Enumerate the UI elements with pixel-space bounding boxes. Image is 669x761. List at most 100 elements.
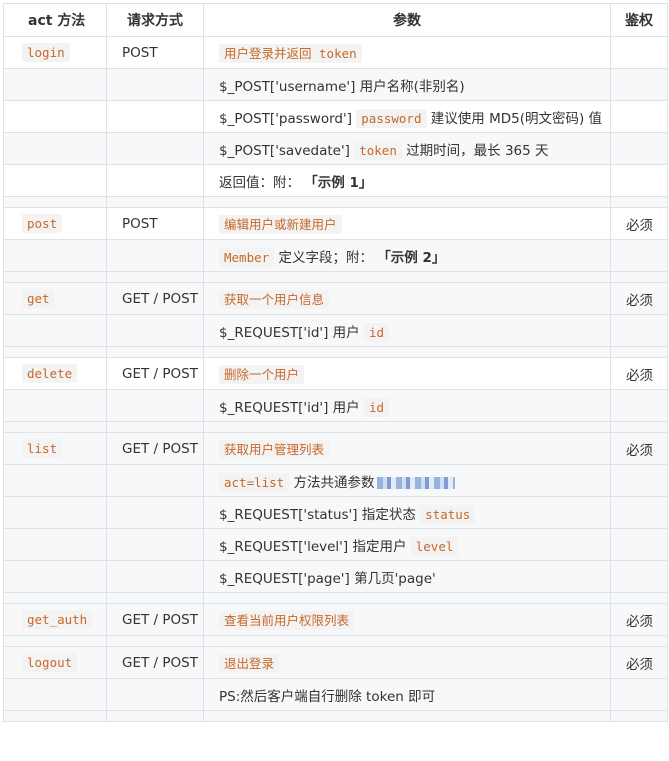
spacer-cell	[106, 710, 204, 722]
auth-cell	[610, 389, 668, 422]
act-cell	[3, 464, 107, 497]
param-cell: Member 定义字段；附： 「示例 2」	[203, 239, 611, 272]
auth-cell	[610, 496, 668, 529]
auth-cell	[610, 528, 668, 561]
param-text: PS:然后客户端自行删除 token 即可	[219, 688, 436, 705]
auth-cell: 必须	[610, 603, 668, 636]
auth-cell	[610, 36, 668, 69]
spacer-row	[3, 710, 668, 722]
table-row: get_auth GET / POST 查看当前用户权限列表 必须	[3, 603, 668, 636]
spacer-cell	[203, 271, 611, 283]
example-link[interactable]: 「示例 1」	[304, 175, 372, 191]
api-table: act 方法 请求方式 参数 鉴权 login POST 用户登录并返回 token…	[3, 3, 668, 722]
param-code: 获取一个用户信息	[219, 290, 330, 309]
param-code: id	[363, 397, 390, 417]
table-row: $_REQUEST['page'] 第几页'page'	[3, 560, 668, 593]
param-cell: $_POST['savedate'] token 过期时间，最长 365 天	[203, 132, 611, 165]
auth-cell: 必须	[610, 207, 668, 240]
method-cell: POST	[106, 207, 204, 240]
param-code: status	[420, 504, 476, 524]
return-label: 返回值：附：	[219, 174, 300, 191]
param-cell: $_REQUEST['id'] 用户 id	[203, 314, 611, 347]
method-cell: GET / POST	[106, 646, 204, 679]
redacted-link	[376, 476, 455, 489]
method-cell: GET / POST	[106, 357, 204, 390]
spacer-cell	[610, 196, 668, 208]
auth-cell: 必须	[610, 282, 668, 315]
spacer-cell	[3, 346, 107, 358]
act-code: post	[22, 214, 63, 233]
table-row: $_REQUEST['id'] 用户 id	[3, 389, 668, 422]
spacer-cell	[3, 710, 107, 722]
spacer-cell	[203, 710, 611, 722]
param-cell: $_REQUEST['page'] 第几页'page'	[203, 560, 611, 593]
act-cell	[3, 164, 107, 197]
param-text: 建议使用 MD5(明文密码) 值	[430, 110, 603, 127]
act-cell	[3, 528, 107, 561]
param-code: act=list	[219, 472, 290, 492]
act-code: get_auth	[22, 610, 93, 629]
act-cell	[3, 314, 107, 347]
param-cell: act=list 方法共通参数	[203, 464, 611, 497]
header-method: 请求方式	[106, 3, 204, 37]
act-cell: get_auth	[3, 603, 107, 636]
param-cell: $_REQUEST['status'] 指定状态 status	[203, 496, 611, 529]
auth-cell	[610, 560, 668, 593]
header-row: act 方法 请求方式 参数 鉴权	[3, 3, 668, 37]
spacer-cell	[203, 196, 611, 208]
param-cell: 返回值：附： 「示例 1」	[203, 164, 611, 197]
method-cell	[106, 100, 204, 133]
auth-cell	[610, 678, 668, 711]
param-cell: 查看当前用户权限列表	[203, 603, 611, 636]
param-text: $_POST['savedate']	[219, 142, 350, 159]
act-cell: post	[3, 207, 107, 240]
method-cell	[106, 528, 204, 561]
param-code: id	[363, 322, 390, 342]
method-cell	[106, 389, 204, 422]
act-cell	[3, 678, 107, 711]
spacer-row	[3, 271, 668, 283]
act-cell	[3, 132, 107, 165]
param-cell: 退出登录	[203, 646, 611, 679]
param-text: $_POST['username'] 用户名称(非别名)	[219, 78, 465, 95]
auth-cell	[610, 100, 668, 133]
param-text: 方法共通参数	[293, 474, 375, 491]
param-text: $_POST['password']	[219, 110, 352, 127]
spacer-row	[3, 421, 668, 433]
param-cell: 获取一个用户信息	[203, 282, 611, 315]
act-cell	[3, 496, 107, 529]
auth-cell	[610, 314, 668, 347]
act-cell	[3, 560, 107, 593]
table-row: PS:然后客户端自行删除 token 即可	[3, 678, 668, 711]
table-row: post POST 编辑用户或新建用户 必须	[3, 207, 668, 240]
table-row: get GET / POST 获取一个用户信息 必须	[3, 282, 668, 315]
table-row: login POST 用户登录并返回 token	[3, 36, 668, 69]
param-code: token	[354, 140, 402, 160]
method-cell: GET / POST	[106, 432, 204, 465]
param-text: $_REQUEST['page'] 第几页'page'	[219, 570, 436, 587]
spacer-row	[3, 592, 668, 604]
table-row: act=list 方法共通参数	[3, 464, 668, 497]
param-cell: 获取用户管理列表	[203, 432, 611, 465]
param-code: 获取用户管理列表	[219, 440, 330, 459]
param-text: 过期时间，最长 365 天	[406, 142, 549, 159]
spacer-cell	[106, 592, 204, 604]
act-cell: list	[3, 432, 107, 465]
table-row: $_REQUEST['status'] 指定状态 status	[3, 496, 668, 529]
act-code: list	[22, 439, 63, 458]
table-row: 返回值：附： 「示例 1」	[3, 164, 668, 197]
spacer-cell	[3, 592, 107, 604]
table-row: logout GET / POST 退出登录 必须	[3, 646, 668, 679]
header-params: 参数	[203, 3, 611, 37]
table-row: Member 定义字段；附： 「示例 2」	[3, 239, 668, 272]
param-cell: 用户登录并返回 token	[203, 36, 611, 69]
method-cell	[106, 68, 204, 101]
act-cell: login	[3, 36, 107, 69]
spacer-row	[3, 196, 668, 208]
table-row: list GET / POST 获取用户管理列表 必须	[3, 432, 668, 465]
param-cell: 删除一个用户	[203, 357, 611, 390]
spacer-cell	[203, 635, 611, 647]
example-link[interactable]: 「示例 2」	[377, 250, 445, 266]
spacer-cell	[610, 592, 668, 604]
param-cell: $_REQUEST['id'] 用户 id	[203, 389, 611, 422]
